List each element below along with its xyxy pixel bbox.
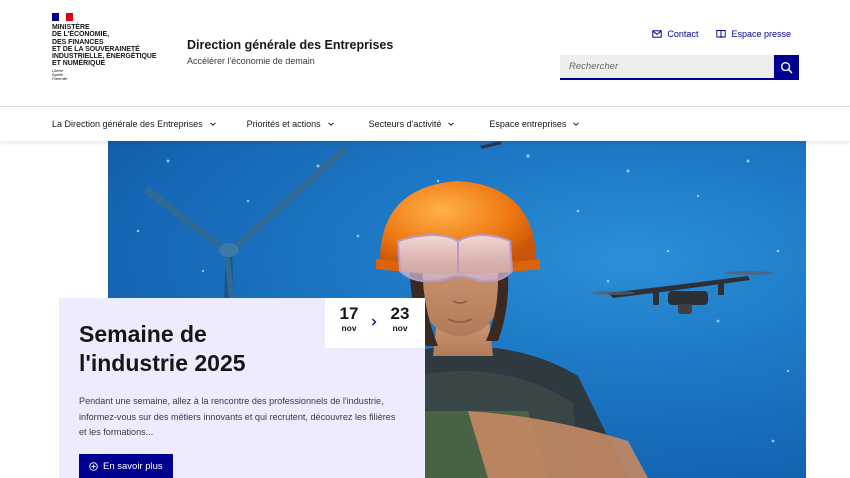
nav-item-label: Priorités et actions — [246, 119, 321, 129]
nav-item-label: Espace entreprises — [489, 119, 567, 129]
ministry-line: des finances — [52, 38, 104, 46]
ministry-line: de l'économie, — [52, 31, 109, 39]
learn-more-button[interactable]: En savoir plus — [79, 454, 173, 478]
chevron-down-icon — [209, 122, 216, 126]
chevron-right-icon — [372, 318, 377, 326]
search-input[interactable] — [560, 55, 774, 80]
chevron-down-icon — [327, 122, 334, 126]
start-date: 17 nov — [334, 304, 364, 334]
learn-more-label: En savoir plus — [103, 460, 163, 472]
service-title[interactable]: Direction générale des Entreprises — [187, 38, 393, 52]
nav-item-label: Secteurs d'activité — [368, 119, 442, 129]
search-bar — [560, 55, 799, 80]
main-navigation: La Direction générale des Entreprises Pr… — [0, 106, 850, 141]
french-flag-icon — [52, 13, 73, 21]
service-tagline: Accélérer l'économie de demain — [187, 56, 315, 66]
ministry-line: et numérique — [52, 60, 106, 68]
press-link[interactable]: Espace presse — [716, 29, 791, 39]
event-title-line: Semaine de — [79, 321, 207, 347]
motto-line: Fraternité — [52, 76, 68, 81]
nav-item-label: La Direction générale des Entreprises — [52, 119, 203, 129]
nav-item-dge[interactable]: La Direction générale des Entreprises — [52, 119, 217, 129]
end-date: 23 nov — [385, 304, 415, 334]
event-description: Pendant une semaine, allez à la rencontr… — [79, 396, 396, 437]
chevron-down-icon — [448, 122, 455, 126]
contact-link-label: Contact — [667, 29, 699, 39]
nav-item-priorites[interactable]: Priorités et actions — [247, 119, 335, 129]
ministry-name: Ministère de l'économie, des finances et… — [52, 24, 157, 68]
start-month: nov — [341, 323, 357, 333]
chevron-down-icon — [573, 122, 580, 126]
contact-link[interactable]: Contact — [652, 29, 698, 39]
site-header: Ministère de l'économie, des finances et… — [0, 0, 850, 106]
press-link-label: Espace presse — [731, 29, 791, 39]
book-icon — [716, 30, 727, 38]
drone — [591, 271, 772, 314]
event-title: Semaine de l'industrie 2025 — [79, 320, 246, 378]
nav-item-secteurs[interactable]: Secteurs d'activité — [369, 119, 456, 129]
service-identity[interactable]: Direction générale des Entreprises Accél… — [187, 38, 393, 66]
start-day: 17 — [339, 304, 359, 323]
republic-motto: Liberté Égalité Fraternité — [52, 69, 157, 81]
event-date-range: 17 nov 23 nov — [325, 298, 425, 348]
nav-item-espace-entreprises[interactable]: Espace entreprises — [489, 119, 580, 129]
quick-access-links: Contact Espace presse — [652, 29, 791, 39]
search-icon — [780, 61, 793, 74]
plus-circle-icon — [89, 461, 98, 471]
ministry-logo[interactable]: Ministère de l'économie, des finances et… — [52, 13, 157, 81]
mail-icon — [652, 30, 663, 38]
event-title-line: l'industrie 2025 — [79, 350, 246, 376]
search-button[interactable] — [774, 55, 799, 80]
end-day: 23 — [390, 304, 410, 323]
end-month: nov — [392, 323, 408, 333]
